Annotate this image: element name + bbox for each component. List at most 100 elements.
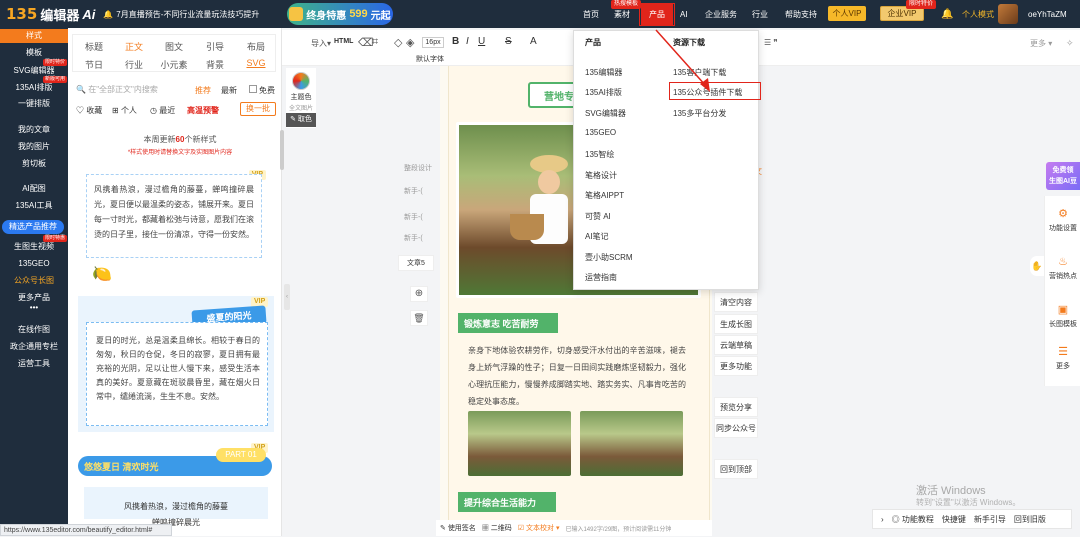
sidebar-item-ops-tools[interactable]: 运营工具 <box>0 357 68 371</box>
logo[interactable]: 135 编辑器 Ai <box>0 0 95 28</box>
import-button[interactable]: 导入▾ <box>311 38 331 49</box>
sidebar-item-style[interactable]: 样式 <box>0 29 68 43</box>
shortcut-button[interactable]: 快捷键 <box>942 514 966 525</box>
personal-vip-button[interactable]: 个人VIP <box>828 6 866 21</box>
sidebar-item-gov[interactable]: 政企通用专栏 <box>0 340 68 354</box>
next-batch-button[interactable]: 换一批 <box>240 102 276 116</box>
qrcode-button[interactable]: ▦ 二维码 <box>482 523 512 533</box>
tab-body[interactable]: 正文 <box>114 40 154 53</box>
sidebar-item-featured[interactable]: 精选产品推荐 <box>2 220 64 234</box>
fresh-hot-button[interactable]: 高温预警 <box>187 105 219 116</box>
proof-button[interactable]: ☑ 文本校对 ▾ <box>518 523 560 533</box>
sidebar-item-template[interactable]: 模板 <box>0 46 68 60</box>
search-input[interactable]: 🔍 在"全部正文"内搜索 <box>76 84 158 95</box>
pick-color-button[interactable]: ✎ 取色 <box>286 113 316 127</box>
back-to-top-button[interactable]: 回到顶部 <box>714 459 758 479</box>
promo-banner[interactable]: 终身特惠 599 元起 <box>287 3 393 25</box>
rail-long-template[interactable]: ▣ 长图模板 <box>1045 304 1080 329</box>
filter-latest[interactable]: 最新 <box>221 85 237 96</box>
sidebar-item-image-video[interactable]: 生图生视频 <box>0 240 68 254</box>
guide-button[interactable]: 新手引导 <box>974 514 1006 525</box>
tab-guide[interactable]: 引导 <box>195 40 235 53</box>
sidebar-item-long-image[interactable]: 公众号长图 <box>0 274 68 288</box>
dropdown-item-multi-platform[interactable]: 135多平台分发 <box>673 108 726 119</box>
dropdown-item-editor[interactable]: 135编辑器 <box>585 67 622 78</box>
clear-content-button[interactable]: 清空内容 <box>714 292 758 312</box>
section1-label[interactable]: 锻炼意志 吃苦耐劳 <box>458 313 558 333</box>
announcement[interactable]: 🔔 7月直播预告-不同行业流量玩法技巧提升 <box>103 9 259 20</box>
avatar[interactable] <box>998 4 1018 24</box>
dropdown-item-bige-ppt[interactable]: 笔格AIPPT <box>585 190 624 201</box>
collapse-handle[interactable]: ‹ <box>284 284 290 310</box>
tab-industry[interactable]: 行业 <box>114 58 154 71</box>
tab-layout[interactable]: 布局 <box>236 40 276 53</box>
cloud-draft-button[interactable]: 云端草稿 <box>714 335 758 355</box>
nav-product[interactable]: 产品 <box>641 3 673 25</box>
tab-festival[interactable]: 节日 <box>74 58 114 71</box>
sidebar-item-ai-layout[interactable]: 135AI排版 <box>0 81 68 95</box>
free-ai-beans-badge[interactable]: 免费领 生图AI豆 <box>1046 162 1080 190</box>
photo-left[interactable] <box>468 411 571 476</box>
format-painter-icon[interactable]: ⌗ <box>372 36 378 49</box>
section2-label[interactable]: 提升综合生活能力 <box>458 492 556 512</box>
article-tab[interactable]: 文章5 <box>398 255 434 271</box>
dropdown-item-svg[interactable]: SVG编辑器 <box>585 108 626 119</box>
tab-title[interactable]: 标题 <box>74 40 114 53</box>
rail-hot[interactable]: ♨ 营销热点 <box>1045 256 1080 281</box>
align-icon[interactable]: ☰ ❞ <box>764 38 778 47</box>
dropdown-item-ops-guide[interactable]: 运营指南 <box>585 272 617 283</box>
tab-svg[interactable]: SVG <box>236 58 276 68</box>
add-article-icon[interactable]: ⊕ <box>410 286 428 302</box>
notification-bell-icon[interactable]: 🔔 <box>941 0 953 28</box>
sidebar-item-my-images[interactable]: 我的图片 <box>0 140 68 154</box>
italic-icon[interactable]: I <box>466 36 469 47</box>
old-version-button[interactable]: 回到旧版 <box>1014 514 1046 525</box>
expand-icon[interactable]: ✧ <box>1066 38 1074 49</box>
paint-icon[interactable]: ◈ <box>406 36 414 49</box>
bold-icon[interactable]: B <box>452 36 459 47</box>
mode-switch[interactable]: 个人模式 <box>962 0 994 28</box>
preview-share-button[interactable]: 预览分享 <box>714 397 758 417</box>
photo-right[interactable] <box>580 411 683 476</box>
nav-home[interactable]: 首页 <box>583 0 599 28</box>
dropdown-item-geo[interactable]: 135GEO <box>585 128 616 137</box>
text-color-icon[interactable]: A <box>530 36 537 47</box>
dropdown-item-kezan[interactable]: 可赞 AI <box>585 211 611 222</box>
free-checkbox[interactable] <box>249 85 257 93</box>
dropdown-item-ai-layout[interactable]: 135AI排版 <box>585 87 622 98</box>
rail-settings[interactable]: ⚙ 功能设置 <box>1045 208 1080 233</box>
nav-enterprise[interactable]: 企业服务 <box>705 0 737 28</box>
panel-scrollbar[interactable] <box>280 130 284 170</box>
sidebar-item-ai-tools[interactable]: 135AI工具 <box>0 199 68 213</box>
strikethrough-icon[interactable]: S <box>505 36 512 47</box>
eraser-icon[interactable]: ◇ <box>394 36 402 49</box>
toolbar-more[interactable]: 更多 ▾ <box>1030 38 1052 49</box>
chevron-right-icon[interactable]: › <box>881 515 884 524</box>
tab-element[interactable]: 小元素 <box>154 58 194 71</box>
dropdown-item-ai-notes[interactable]: AI笔记 <box>585 231 609 242</box>
collect-button[interactable]: ♡ 收藏 <box>76 105 102 116</box>
tab-background[interactable]: 背景 <box>195 58 235 71</box>
sign-button[interactable]: ✎ 使用签名 <box>440 523 476 533</box>
style-card-1[interactable]: VIP 风携着热浪，漫过檐角的藤蔓，蝉鸣撞碎晨光，夏日便以最温柔的姿态，铺展开来… <box>82 170 272 286</box>
dropdown-item-zhihui[interactable]: 135智绘 <box>585 149 614 160</box>
dropdown-item-scrm[interactable]: 壹小助SCRM <box>585 252 633 263</box>
sidebar-item-one-click[interactable]: 一键排版 <box>0 97 68 111</box>
sidebar-item-clipboard[interactable]: 剪切板 <box>0 157 68 171</box>
underline-icon[interactable]: U <box>478 36 485 47</box>
sidebar-item-my-articles[interactable]: 我的文章 <box>0 123 68 137</box>
generate-long-image-button[interactable]: 生成长图 <box>714 314 758 334</box>
font-size-select[interactable]: 16px <box>422 37 444 48</box>
sidebar-item-geo[interactable]: 135GEO <box>0 257 68 271</box>
nav-help[interactable]: 帮助支持 <box>785 0 817 28</box>
nav-industry[interactable]: 行业 <box>752 0 768 28</box>
nav-ai[interactable]: AI <box>680 0 688 28</box>
section1-paragraph[interactable]: 亲身下地体验农耕劳作，切身感受汗水付出的辛苦滋味，褪去身上娇气浮躁的性子；日复一… <box>468 342 686 410</box>
sidebar-item-ai-image[interactable]: AI配图 <box>0 182 68 196</box>
filter-recommend[interactable]: 推荐 <box>195 85 211 96</box>
dropdown-item-bige-design[interactable]: 笔格设计 <box>585 170 617 181</box>
sidebar-item-online-design[interactable]: 在线作图 <box>0 323 68 337</box>
font-family-select[interactable]: 默认字体 <box>416 54 444 64</box>
sync-wechat-button[interactable]: 同步公众号 <box>714 418 758 438</box>
html-button[interactable]: HTML <box>334 38 353 45</box>
